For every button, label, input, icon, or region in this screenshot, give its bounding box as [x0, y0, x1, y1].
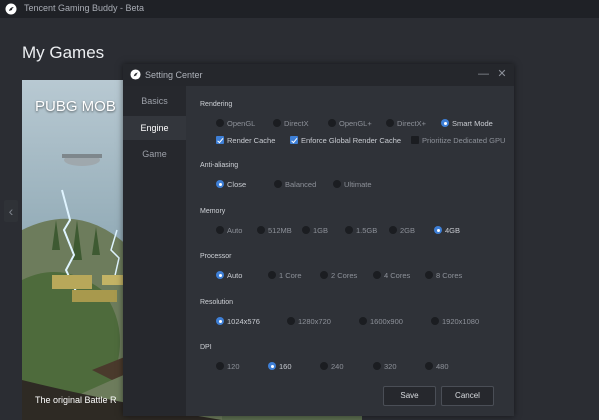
- radio-indicator: [320, 362, 328, 370]
- radio-indicator: [257, 226, 265, 234]
- section-title-resolution: Resolution: [200, 299, 234, 306]
- page-title: My Games: [22, 43, 105, 62]
- radio-indicator: [216, 362, 224, 370]
- radio-indicator: [216, 180, 224, 188]
- radio-indicator: [441, 119, 449, 127]
- checkbox-indicator: [411, 136, 419, 144]
- minimize-icon[interactable]: —: [478, 68, 489, 81]
- checkbox-indicator: [216, 136, 224, 144]
- checkbox-indicator: [290, 136, 298, 144]
- radio-indicator: [359, 317, 367, 325]
- radio-label: Ultimate: [344, 180, 372, 189]
- tencent-logo-icon: [130, 69, 141, 80]
- carousel-prev-icon[interactable]: ‹: [4, 200, 18, 222]
- checkbox-label: Enforce Global Render Cache: [301, 136, 402, 145]
- radio-indicator: [216, 317, 224, 325]
- radio-label: 1.5GB: [356, 226, 378, 235]
- radio-indicator: [268, 362, 276, 370]
- nav-item-engine[interactable]: Engine: [123, 116, 186, 140]
- save-button[interactable]: Save: [383, 386, 436, 406]
- tencent-logo-icon: [5, 3, 17, 15]
- radio-label: DirectX+: [397, 119, 426, 128]
- radio-label: 160: [279, 362, 292, 371]
- radio-indicator: [425, 362, 433, 370]
- radio-label: Smart Mode: [452, 119, 493, 128]
- section-title-anti-aliasing: Anti-aliasing: [200, 162, 239, 169]
- radio-label: Close: [227, 180, 247, 189]
- checkbox-label: Render Cache: [227, 136, 276, 145]
- radio-label: 2 Cores: [331, 271, 358, 280]
- radio-label: OpenGL: [227, 119, 256, 128]
- radio-label: 8 Cores: [436, 271, 463, 280]
- radio-label: 2GB: [400, 226, 416, 235]
- radio-indicator: [431, 317, 439, 325]
- app-title: Tencent Gaming Buddy - Beta: [24, 3, 145, 13]
- game-title: PUBG MOB: [35, 98, 116, 115]
- settings-dialog: Setting Center — ✕ Basics Engine Game Re…: [123, 64, 514, 416]
- checkbox-label: Prioritize Dedicated GPU: [422, 136, 506, 145]
- radio-label: Auto: [227, 226, 243, 235]
- dialog-titlebar[interactable]: Setting Center — ✕: [123, 64, 514, 86]
- section-title-dpi: DPI: [200, 344, 212, 351]
- radio-indicator: [287, 317, 295, 325]
- radio-indicator: [302, 226, 310, 234]
- radio-label: 1280x720: [298, 317, 331, 326]
- settings-nav: Basics Engine Game: [123, 86, 186, 416]
- section-title-rendering: Rendering: [200, 101, 233, 108]
- radio-indicator: [216, 226, 224, 234]
- app-titlebar: Tencent Gaming Buddy - Beta: [0, 0, 599, 18]
- radio-label: 4 Cores: [384, 271, 411, 280]
- radio-indicator: [273, 119, 281, 127]
- settings-content: Rendering OpenGL DirectX OpenGL+ DirectX…: [186, 86, 514, 416]
- radio-indicator: [216, 119, 224, 127]
- radio-label: DirectX: [284, 119, 309, 128]
- radio-indicator: [389, 226, 397, 234]
- radio-label: Balanced: [285, 180, 317, 189]
- radio-indicator: [216, 271, 224, 279]
- radio-label: 512MB: [268, 226, 292, 235]
- radio-indicator: [425, 271, 433, 279]
- radio-label: 1920x1080: [442, 317, 480, 326]
- radio-indicator: [333, 180, 341, 188]
- radio-indicator: [386, 119, 394, 127]
- radio-indicator: [268, 271, 276, 279]
- radio-label: OpenGL+: [339, 119, 372, 128]
- radio-label: 120: [227, 362, 240, 371]
- radio-indicator: [274, 180, 282, 188]
- radio-indicator: [320, 271, 328, 279]
- radio-label: 1GB: [313, 226, 329, 235]
- game-caption: The original Battle R: [35, 395, 117, 405]
- radio-label: 320: [384, 362, 397, 371]
- section-title-memory: Memory: [200, 208, 226, 215]
- dialog-title: Setting Center: [145, 70, 203, 80]
- radio-indicator: [345, 226, 353, 234]
- radio-indicator: [328, 119, 336, 127]
- radio-label: 1600x900: [370, 317, 403, 326]
- radio-label: 480: [436, 362, 449, 371]
- nav-item-game[interactable]: Game: [123, 142, 186, 166]
- cancel-button[interactable]: Cancel: [441, 386, 494, 406]
- radio-label: 1024x576: [227, 317, 260, 326]
- radio-indicator: [373, 362, 381, 370]
- radio-label: Auto: [227, 271, 243, 280]
- nav-item-basics[interactable]: Basics: [123, 89, 186, 113]
- section-title-processor: Processor: [200, 253, 232, 260]
- radio-indicator: [373, 271, 381, 279]
- radio-label: 1 Core: [279, 271, 302, 280]
- radio-label: 4GB: [445, 226, 461, 235]
- radio-label: 240: [331, 362, 344, 371]
- radio-indicator: [434, 226, 442, 234]
- close-icon[interactable]: ✕: [497, 68, 507, 81]
